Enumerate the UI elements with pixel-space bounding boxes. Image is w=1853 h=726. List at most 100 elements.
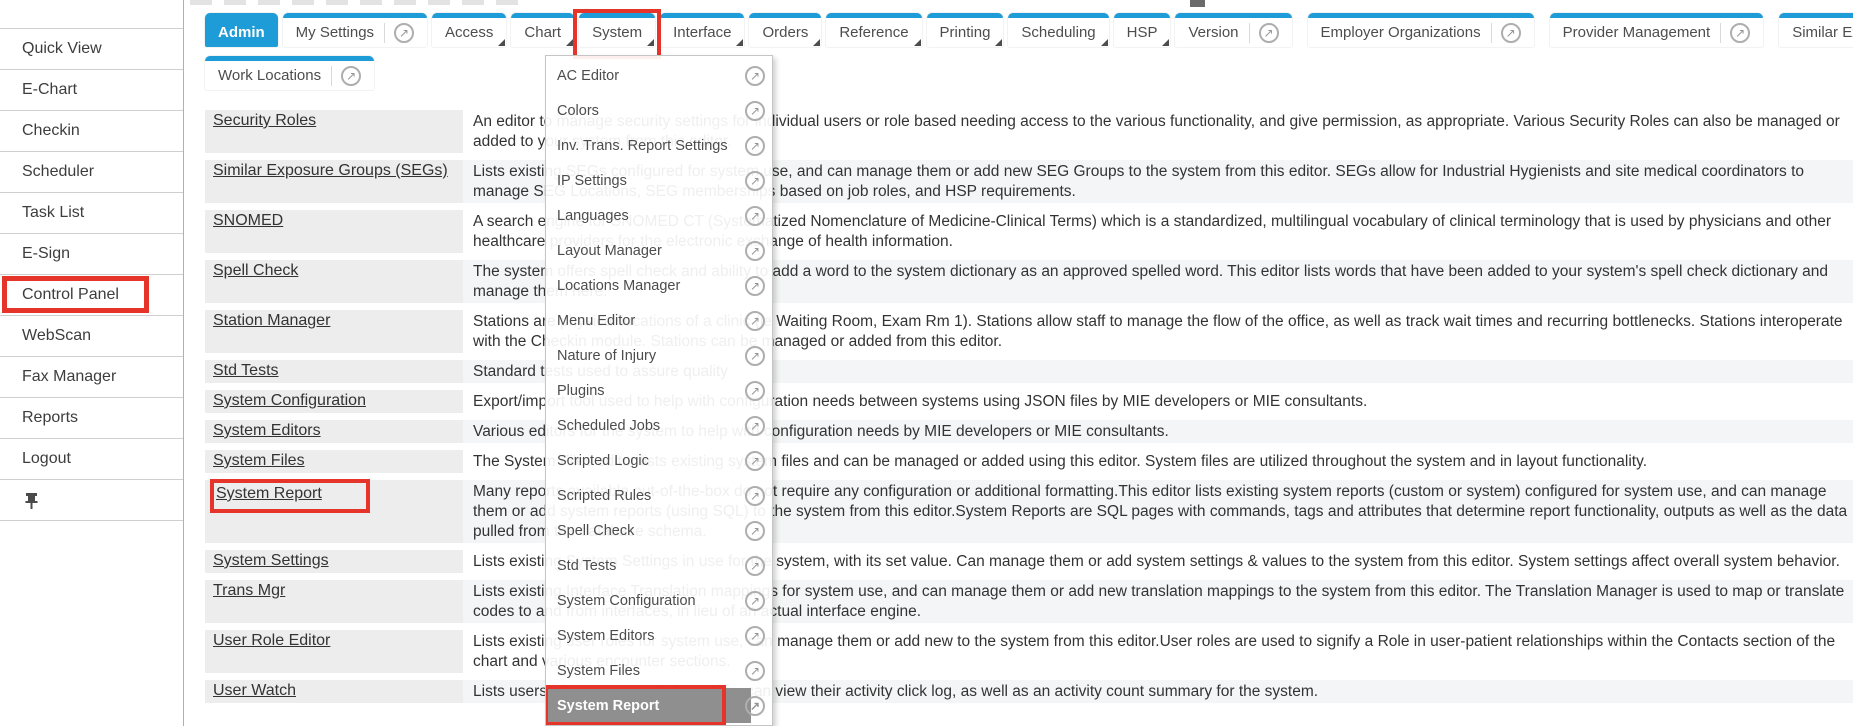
- menu-item-colors[interactable]: Colors↗: [546, 93, 772, 128]
- table-row: Std Tests Standard tests used to assure …: [205, 360, 1853, 383]
- menu-item-system-files[interactable]: System Files↗: [546, 653, 772, 688]
- external-link-icon[interactable]: ↗: [341, 66, 361, 86]
- menu-item-locations-manager[interactable]: Locations Manager↗: [546, 268, 772, 303]
- external-link-icon[interactable]: ↗: [745, 451, 765, 471]
- tab-scheduling[interactable]: Scheduling: [1008, 13, 1108, 47]
- external-link-icon[interactable]: ↗: [745, 346, 765, 366]
- menu-item-spell-check[interactable]: Spell Check↗: [546, 513, 772, 548]
- tab-interface[interactable]: Interface: [660, 13, 744, 47]
- tab-work-locations[interactable]: Work Locations ↗: [205, 56, 374, 90]
- link-system-settings[interactable]: System Settings: [213, 552, 329, 569]
- external-link-icon[interactable]: ↗: [394, 23, 414, 43]
- table-row: System Editors Various editors for the s…: [205, 420, 1853, 443]
- menu-item-std-tests[interactable]: Std Tests↗: [546, 548, 772, 583]
- table-row: System Report Many reports available out…: [205, 480, 1853, 543]
- tab-divider: [1720, 23, 1721, 43]
- tab-access[interactable]: Access: [432, 13, 506, 47]
- external-link-icon[interactable]: ↗: [745, 171, 765, 191]
- menu-item-plugins[interactable]: Plugins↗: [546, 373, 772, 408]
- external-link-icon[interactable]: ↗: [745, 311, 765, 331]
- menu-item-scripted-logic[interactable]: Scripted Logic↗: [546, 443, 772, 478]
- table-row: System Configuration Export/import tool …: [205, 390, 1853, 413]
- link-station-manager[interactable]: Station Manager: [213, 312, 330, 329]
- external-link-icon[interactable]: ↗: [745, 66, 765, 86]
- table-row: SNOMED A search engine for SNOMED CT (Sy…: [205, 210, 1853, 253]
- sidebar-pin-button[interactable]: [0, 479, 183, 520]
- link-user-watch[interactable]: User Watch: [213, 682, 296, 699]
- external-link-icon[interactable]: ↗: [745, 556, 765, 576]
- external-link-icon[interactable]: ↗: [1501, 23, 1521, 43]
- menu-item-scripted-rules[interactable]: Scripted Rules↗: [546, 478, 772, 513]
- link-user-role-editor[interactable]: User Role Editor: [213, 632, 330, 649]
- tab-system[interactable]: System: [579, 13, 655, 47]
- sidebar-item-task-list[interactable]: Task List: [0, 192, 183, 233]
- link-system-report[interactable]: System Report: [216, 485, 322, 502]
- external-link-icon[interactable]: ↗: [745, 416, 765, 436]
- pushpin-icon: [24, 492, 39, 509]
- link-system-editors[interactable]: System Editors: [213, 422, 321, 439]
- external-link-icon[interactable]: ↗: [745, 381, 765, 401]
- external-link-icon[interactable]: ↗: [745, 486, 765, 506]
- link-spell-check[interactable]: Spell Check: [213, 262, 298, 279]
- tab-chart[interactable]: Chart: [511, 13, 574, 47]
- menu-item-ip-settings[interactable]: IP Settings↗: [546, 163, 772, 198]
- tab-divider: [384, 23, 385, 43]
- external-link-icon[interactable]: ↗: [745, 521, 765, 541]
- external-link-icon[interactable]: ↗: [1259, 23, 1279, 43]
- external-link-icon[interactable]: ↗: [745, 206, 765, 226]
- menu-item-ac-editor[interactable]: AC Editor↗: [546, 58, 772, 93]
- tab-orders[interactable]: Orders: [749, 13, 821, 47]
- sidebar-item-quick-view[interactable]: Quick View: [0, 28, 183, 69]
- link-system-configuration[interactable]: System Configuration: [213, 392, 366, 409]
- tab-printing[interactable]: Printing: [927, 13, 1004, 47]
- table-row: User Role Editor Lists existing user rol…: [205, 630, 1853, 673]
- tab-hsp[interactable]: HSP: [1114, 13, 1171, 47]
- sidebar-item-logout[interactable]: Logout: [0, 438, 183, 479]
- tab-my-settings[interactable]: My Settings ↗: [283, 13, 427, 47]
- link-system-files[interactable]: System Files: [213, 452, 305, 469]
- sidebar-item-control-panel[interactable]: Control Panel: [0, 274, 183, 315]
- menu-item-system-editors[interactable]: System Editors↗: [546, 618, 772, 653]
- menu-item-nature-of-injury[interactable]: Nature of Injury↗: [546, 338, 772, 373]
- tab-divider: [1249, 23, 1250, 43]
- menu-item-system-configuration[interactable]: System Configuration↗: [546, 583, 772, 618]
- sidebar-menu: Quick View E-Chart Checkin Scheduler Tas…: [0, 28, 183, 521]
- sidebar-item-checkin[interactable]: Checkin: [0, 110, 183, 151]
- link-similar-exposure-groups[interactable]: Similar Exposure Groups (SEGs): [213, 162, 448, 179]
- external-link-icon[interactable]: ↗: [745, 591, 765, 611]
- tab-similar-exposure-groups[interactable]: Similar Exposure Groups (SEGs) ↗: [1779, 13, 1853, 47]
- external-link-icon[interactable]: ↗: [1730, 23, 1750, 43]
- external-link-icon[interactable]: ↗: [745, 136, 765, 156]
- tab-admin[interactable]: Admin: [205, 13, 278, 47]
- tab-version[interactable]: Version ↗: [1175, 13, 1291, 47]
- sidebar-item-webscan[interactable]: WebScan: [0, 315, 183, 356]
- external-link-icon[interactable]: ↗: [745, 626, 765, 646]
- menu-item-menu-editor[interactable]: Menu Editor↗: [546, 303, 772, 338]
- tab-employer-organizations[interactable]: Employer Organizations ↗: [1308, 13, 1534, 47]
- sidebar-item-e-chart[interactable]: E-Chart: [0, 69, 183, 110]
- menu-item-layout-manager[interactable]: Layout Manager↗: [546, 233, 772, 268]
- tab-reference[interactable]: Reference: [826, 13, 921, 47]
- table-row: Security Roles An editor to manage secur…: [205, 110, 1853, 153]
- external-link-icon[interactable]: ↗: [745, 276, 765, 296]
- tab-label: Employer Organizations: [1321, 24, 1481, 41]
- link-trans-mgr[interactable]: Trans Mgr: [213, 582, 285, 599]
- sidebar-item-fax-manager[interactable]: Fax Manager: [0, 356, 183, 397]
- external-link-icon[interactable]: ↗: [745, 661, 765, 681]
- menu-item-system-report[interactable]: System Report ↗: [546, 688, 772, 723]
- external-link-icon[interactable]: ↗: [745, 101, 765, 121]
- menu-item-languages[interactable]: Languages↗: [546, 198, 772, 233]
- menu-item-inv-trans-report-settings[interactable]: Inv. Trans. Report Settings↗: [546, 128, 772, 163]
- external-link-icon[interactable]: ↗: [745, 696, 765, 716]
- table-row: Similar Exposure Groups (SEGs) Lists exi…: [205, 160, 1853, 203]
- link-snomed[interactable]: SNOMED: [213, 212, 283, 229]
- sidebar-item-scheduler[interactable]: Scheduler: [0, 151, 183, 192]
- tab-provider-management[interactable]: Provider Management ↗: [1550, 13, 1764, 47]
- link-std-tests[interactable]: Std Tests: [213, 362, 279, 379]
- sidebar-item-reports[interactable]: Reports: [0, 397, 183, 438]
- link-security-roles[interactable]: Security Roles: [213, 112, 316, 129]
- menu-item-scheduled-jobs[interactable]: Scheduled Jobs↗: [546, 408, 772, 443]
- table-row: User Watch Lists users who are currently…: [205, 680, 1853, 703]
- sidebar-item-e-sign[interactable]: E-Sign: [0, 233, 183, 274]
- external-link-icon[interactable]: ↗: [745, 241, 765, 261]
